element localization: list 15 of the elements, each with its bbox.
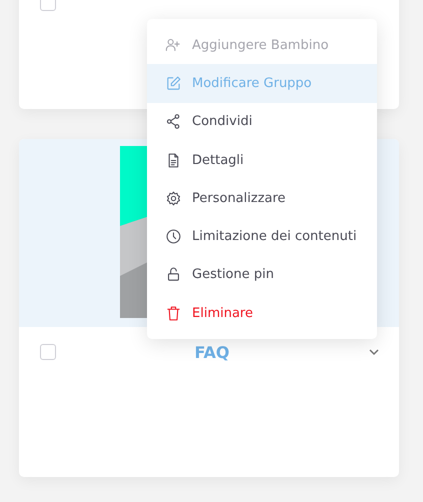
add-person-icon (165, 36, 182, 54)
menu-item[interactable]: Gestione pin (147, 256, 377, 294)
clock-icon (165, 228, 182, 246)
share-icon (165, 113, 182, 130)
menu-item[interactable]: Limitazione dei contenuti (147, 217, 377, 256)
menu-item[interactable]: Dettagli (147, 140, 377, 180)
padlock-icon (165, 266, 182, 284)
edit-icon (165, 74, 182, 92)
trash-icon (165, 304, 182, 322)
menu-item[interactable]: Eliminare (147, 294, 377, 332)
checkbox[interactable] (40, 344, 56, 360)
menu-item[interactable]: Personalizzare (147, 179, 377, 218)
menu-item[interactable]: Condividi (147, 102, 377, 141)
card-title: FAQ (193, 342, 231, 362)
gear-icon (165, 190, 182, 207)
